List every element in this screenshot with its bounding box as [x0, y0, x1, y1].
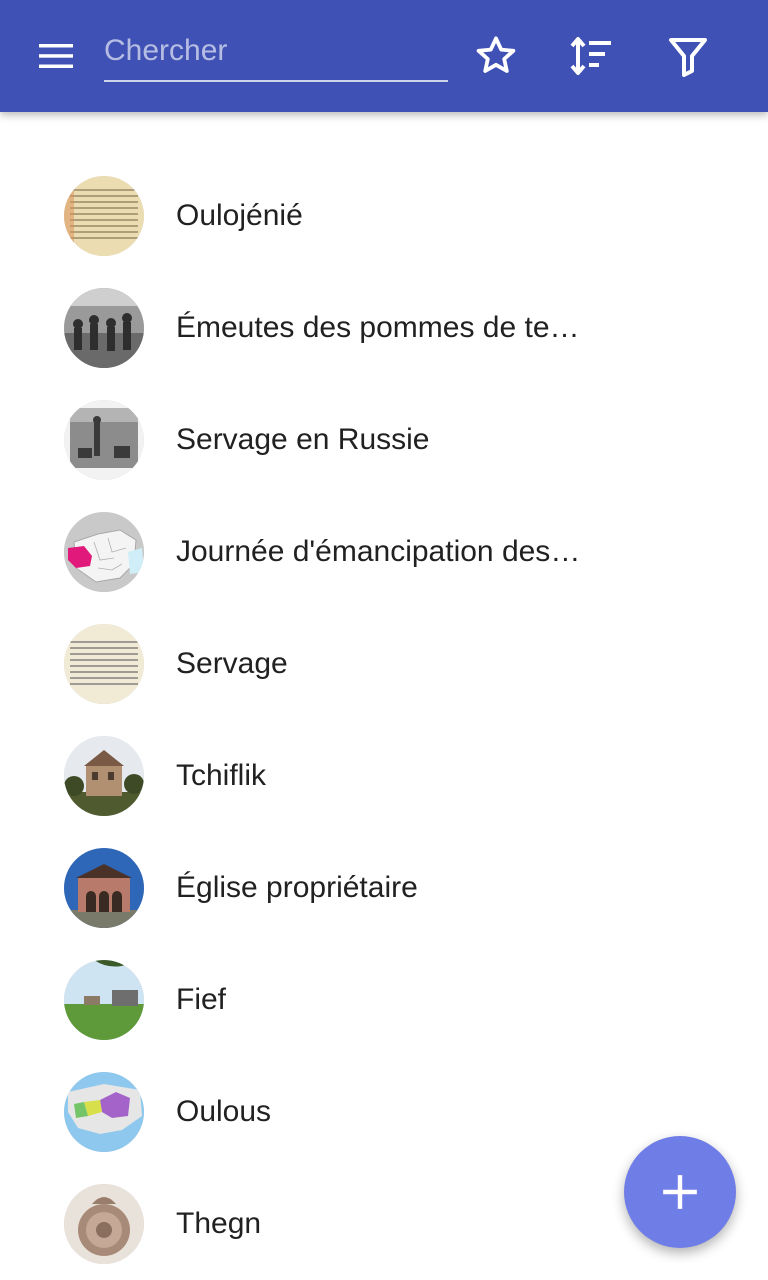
old-house-image	[64, 736, 144, 816]
item-title: Tchiflik	[176, 759, 267, 792]
thumbnail	[64, 176, 144, 256]
thumbnail	[64, 400, 144, 480]
item-title: Journée d'émancipation des serfs	[176, 535, 586, 568]
list-item[interactable]: Servage en Russie	[0, 384, 768, 496]
list-item[interactable]: Oulojénié	[0, 160, 768, 272]
serf-engraving-image	[64, 400, 144, 480]
list-item[interactable]: Émeutes des pommes de terre	[0, 272, 768, 384]
filter-button[interactable]	[660, 28, 716, 84]
sort-icon	[570, 37, 611, 75]
menu-icon	[39, 44, 73, 68]
old-document-image	[64, 176, 144, 256]
thumbnail	[64, 848, 144, 928]
item-title: Église propriétaire	[176, 871, 418, 904]
list-item[interactable]: Église propriétaire	[0, 832, 768, 944]
thumbnail	[64, 512, 144, 592]
list-item[interactable]: Servage	[0, 608, 768, 720]
item-title: Fief	[176, 983, 227, 1016]
gatehouse-church-image	[64, 848, 144, 928]
item-title: Servage en Russie	[176, 423, 430, 456]
mongol-empire-map-image	[64, 1072, 144, 1152]
thumbnail	[64, 624, 144, 704]
bronze-seal-image	[64, 1184, 144, 1264]
crowd-engraving-image	[64, 288, 144, 368]
item-title: Thegn	[176, 1207, 262, 1240]
filter-icon	[669, 38, 707, 77]
search-field	[104, 22, 448, 82]
star-outline-icon	[476, 36, 516, 73]
item-title: Émeutes des pommes de terre	[176, 311, 586, 344]
field-landscape-image	[64, 960, 144, 1040]
china-map-image	[64, 512, 144, 592]
menu-button[interactable]	[20, 36, 92, 76]
article-list: Oulojénié Émeutes des pommes de terre Se…	[0, 160, 768, 1280]
add-button[interactable]	[624, 1136, 736, 1248]
favorites-button[interactable]	[468, 28, 524, 84]
thumbnail	[64, 288, 144, 368]
app-bar	[0, 0, 768, 112]
thumbnail	[64, 960, 144, 1040]
item-title: Oulous	[176, 1095, 272, 1128]
list-item[interactable]: Tchiflik	[0, 720, 768, 832]
printed-text-image	[64, 624, 144, 704]
thumbnail	[64, 736, 144, 816]
search-input[interactable]	[104, 22, 448, 78]
thumbnail	[64, 1072, 144, 1152]
item-title: Servage	[176, 647, 288, 680]
item-title: Oulojénié	[176, 199, 303, 232]
sort-button[interactable]	[564, 28, 620, 84]
plus-icon	[663, 1175, 697, 1209]
list-item[interactable]: Fief	[0, 944, 768, 1056]
list-item[interactable]: Journée d'émancipation des serfs	[0, 496, 768, 608]
thumbnail	[64, 1184, 144, 1264]
